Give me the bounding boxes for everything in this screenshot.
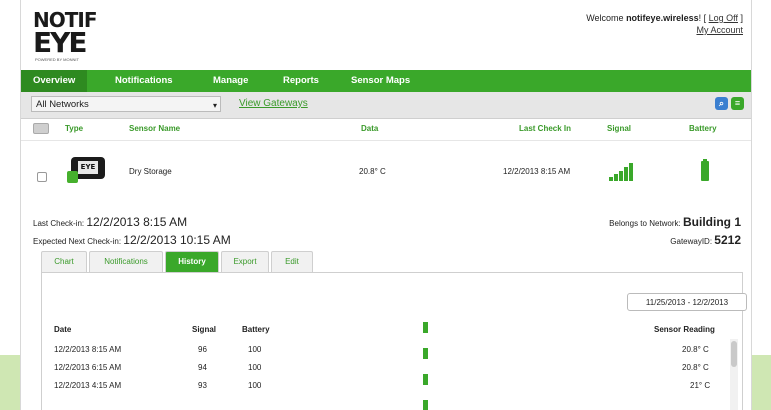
tab-history[interactable]: History (165, 251, 219, 272)
history-row: 12/2/2013 4:15 AM 93 100 21° C (42, 379, 722, 396)
search-icon[interactable]: ⌕ (715, 97, 728, 110)
sensor-name[interactable]: Dry Storage (129, 167, 172, 176)
history-col-battery: Battery (242, 325, 270, 334)
divider-dash (423, 400, 428, 410)
divider-dash (423, 374, 428, 385)
history-col-signal: Signal (192, 325, 217, 334)
network-select-value: All Networks (36, 99, 89, 110)
notifeye-logo: NOTIF EYE POWERED BY MONNIT (33, 8, 97, 62)
history-signal: 96 (198, 345, 207, 354)
history-col-reading: Sensor Reading (654, 325, 715, 334)
sensor-device-icon: EYE (67, 157, 107, 185)
history-reading: 20.8° C (682, 345, 709, 354)
welcome-area: Welcome notifeye.wireless! [ Log Off ] M… (586, 13, 743, 35)
check-in-info: Last Check-in: 12/2/2013 8:15 AM Expecte… (33, 214, 231, 250)
last-check-in-label: Last Check-in: (33, 219, 85, 228)
nav-overview[interactable]: Overview (21, 70, 88, 92)
sensor-data: 20.8° C (359, 167, 386, 176)
history-scrollbar[interactable] (730, 339, 738, 410)
sensor-table-header: Type Sensor Name Data Last Check In Sign… (21, 118, 751, 140)
network-value: Building 1 (683, 215, 741, 229)
network-info: Belongs to Network: Building 1 GatewayID… (609, 214, 741, 250)
chevron-down-icon: ▾ (212, 101, 217, 110)
my-account-link[interactable]: My Account (696, 25, 743, 35)
next-check-in-value: 12/2/2013 10:15 AM (123, 233, 231, 247)
battery-icon (701, 159, 709, 181)
history-row: 12/2/2013 8:15 AM 96 100 20.8° C (42, 343, 722, 360)
tab-chart[interactable]: Chart (41, 251, 87, 272)
col-last-check-in[interactable]: Last Check In (519, 124, 571, 133)
next-check-in-label: Expected Next Check-in: (33, 237, 122, 246)
last-check-in-value: 12/2/2013 8:15 AM (86, 215, 188, 229)
col-type[interactable]: Type (65, 124, 83, 133)
col-signal[interactable]: Signal (607, 124, 631, 133)
history-date: 12/2/2013 4:15 AM (54, 381, 122, 390)
date-range-picker[interactable]: 11/25/2013 - 12/2/2013 (627, 293, 747, 311)
history-date: 12/2/2013 8:15 AM (54, 345, 122, 354)
divider-dash (423, 322, 428, 333)
select-all-checkbox[interactable] (33, 123, 49, 134)
header: NOTIF EYE POWERED BY MONNIT Welcome noti… (21, 0, 751, 70)
row-checkbox[interactable] (37, 172, 47, 182)
nav-sensor-maps[interactable]: Sensor Maps (339, 70, 422, 92)
tab-export[interactable]: Export (221, 251, 269, 272)
gateway-value: 5212 (714, 233, 741, 247)
welcome-text: Welcome (586, 13, 627, 23)
username: notifeye.wireless (626, 13, 699, 23)
signal-strength-icon (609, 163, 639, 181)
toolbar: All Networks ▾ View Gateways ⌕ ≡ (21, 92, 751, 119)
history-reading: 21° C (690, 381, 711, 390)
nav-reports[interactable]: Reports (271, 70, 331, 92)
history-battery: 100 (248, 363, 262, 372)
col-battery[interactable]: Battery (689, 124, 717, 133)
history-reading: 20.8° C (682, 363, 709, 372)
nav-manage[interactable]: Manage (201, 70, 260, 92)
history-col-date: Date (54, 325, 72, 334)
export-icon[interactable]: ≡ (731, 97, 744, 110)
view-gateways-link[interactable]: View Gateways (239, 98, 308, 109)
history-signal: 94 (198, 363, 207, 372)
history-signal: 93 (198, 381, 207, 390)
col-sensor-name[interactable]: Sensor Name (129, 124, 180, 133)
history-battery: 100 (248, 345, 262, 354)
tab-notifications[interactable]: Notifications (89, 251, 163, 272)
nav-notifications[interactable]: Notifications (103, 70, 185, 92)
divider-dash (423, 348, 428, 359)
scrollbar-thumb[interactable] (731, 341, 737, 367)
gateway-label: GatewayID: (670, 237, 713, 246)
network-select[interactable]: All Networks ▾ (31, 96, 221, 112)
history-date: 12/2/2013 6:15 AM (54, 363, 122, 372)
network-label: Belongs to Network: (609, 219, 681, 228)
history-panel: 11/25/2013 - 12/2/2013 Date Signal Batte… (41, 272, 747, 410)
tab-edit[interactable]: Edit (271, 251, 313, 272)
app-window: NOTIF EYE POWERED BY MONNIT Welcome noti… (20, 0, 752, 410)
sensor-row[interactable]: EYE Dry Storage 20.8° C 12/2/2013 8:15 A… (21, 140, 751, 193)
history-battery: 100 (248, 381, 262, 390)
history-row: 12/2/2013 6:15 AM 94 100 20.8° C (42, 361, 722, 378)
sensor-last-check-in: 12/2/2013 8:15 AM (503, 167, 571, 176)
col-data[interactable]: Data (361, 124, 378, 133)
main-nav: Overview Notifications Manage Reports Se… (21, 70, 751, 92)
logoff-link[interactable]: Log Off (709, 13, 738, 23)
